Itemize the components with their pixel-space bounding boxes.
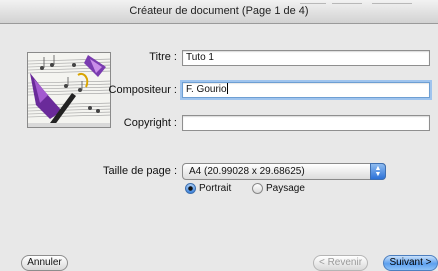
next-button[interactable]: Suivant > bbox=[383, 255, 438, 271]
title-input-value: Tuto 1 bbox=[186, 52, 214, 63]
page-size-label: Taille de page : bbox=[103, 165, 177, 177]
back-button[interactable]: < Revenir bbox=[313, 255, 368, 271]
page-size-select[interactable]: A4 (20.99028 x 29.68625) ▲ ▼ bbox=[182, 163, 386, 180]
copyright-label: Copyright : bbox=[123, 117, 177, 129]
composer-label: Compositeur : bbox=[108, 84, 177, 96]
page-size-value: A4 (20.99028 x 29.68625) bbox=[189, 166, 305, 177]
composer-input-value: F. Gourio bbox=[186, 84, 227, 95]
title-input[interactable]: Tuto 1 bbox=[182, 50, 430, 66]
landscape-radio-label[interactable]: Paysage bbox=[266, 183, 305, 194]
window-title: Créateur de document (Page 1 de 4) bbox=[129, 5, 309, 17]
landscape-radio[interactable] bbox=[252, 183, 263, 194]
select-arrows-icon: ▲ ▼ bbox=[370, 163, 386, 180]
composer-input[interactable]: F. Gourio bbox=[182, 82, 430, 98]
title-label: Titre : bbox=[149, 51, 177, 63]
copyright-input[interactable] bbox=[182, 115, 430, 131]
titlebar-decoration bbox=[372, 3, 412, 4]
portrait-radio-label[interactable]: Portrait bbox=[199, 183, 231, 194]
titlebar-decoration bbox=[300, 3, 326, 4]
window-titlebar: Créateur de document (Page 1 de 4) bbox=[0, 0, 438, 24]
titlebar-decoration bbox=[332, 3, 362, 4]
text-caret bbox=[226, 83, 228, 94]
portrait-radio[interactable] bbox=[185, 183, 196, 194]
cancel-button[interactable]: Annuler bbox=[21, 255, 68, 271]
